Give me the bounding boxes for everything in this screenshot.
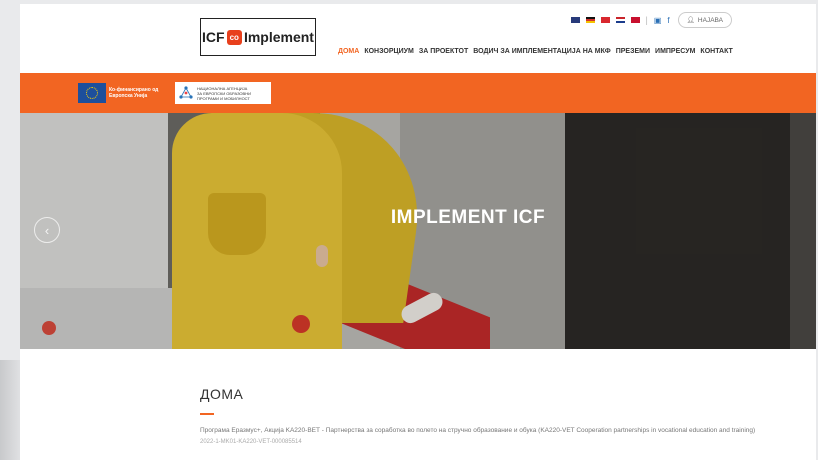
user-icon: 👤︎ — [686, 17, 695, 24]
nav-item-contact[interactable]: КОНТАКТ — [700, 48, 732, 55]
nav-item-imprint[interactable]: ИМПРЕСУМ — [655, 48, 695, 55]
slider-prev-button[interactable]: ‹ — [34, 217, 60, 243]
logo-mark: co — [226, 29, 242, 45]
agency-text-line-3: ПРОГРАМИ И МОБИЛНОСТ — [197, 95, 250, 101]
site-logo[interactable]: ICF co Implement — [200, 18, 316, 56]
agency-text-line-1: НАЦИОНАЛНА АГЕНЦИЈА — [197, 85, 248, 91]
logo-text-left: ICF — [202, 29, 225, 45]
eu-cofunded-text: Ко-финансирано од Европска Унија — [109, 87, 158, 99]
project-reference: 2022-1-MK01-KA220-VET-000085514 — [200, 438, 302, 445]
nav-item-consortium[interactable]: КОНЗОРЦИУМ — [364, 48, 414, 55]
main-nav: ДОМА КОНЗОРЦИУМ ЗА ПРОЕКТОТ ВОДИЧ ЗА ИМП… — [338, 48, 733, 55]
national-agency-text: НАЦИОНАЛНА АГЕНЦИЈА ЗА ЕВРОПСКИ ОБРАЗОВН… — [197, 86, 251, 101]
hr-flag-icon[interactable] — [615, 17, 625, 23]
hero-title: IMPLEMENT ICF — [390, 207, 546, 228]
eu-cofunded-logo: Ко-финансирано од Европска Унија — [78, 83, 170, 103]
program-description: Програма Еразмус+, Акција KA220-ВЕТ - Па… — [200, 427, 756, 434]
main-content: ДОМА Програма Еразмус+, Акција KA220-ВЕТ… — [200, 386, 760, 446]
chevron-left-icon: ‹ — [44, 222, 50, 238]
nav-item-download[interactable]: ПРЕЗЕМИ — [616, 48, 650, 55]
agency-text-line-2: ЗА ЕВРОПСКИ ОБРАЗОВНИ — [197, 90, 251, 96]
utility-bar: | ▣ f 👤︎ НАЈАВА — [570, 12, 732, 28]
utility-separator: | — [645, 15, 648, 25]
login-label: НАЈАВА — [697, 16, 723, 24]
page: ICF co Implement | ▣ f 👤︎ НАЈАВА ДОМА КО… — [20, 4, 816, 460]
nav-item-guide[interactable]: ВОДИЧ ЗА ИМПЛЕМЕНТАЦИЈА НА МКФ — [473, 48, 611, 55]
login-button[interactable]: 👤︎ НАЈАВА — [677, 12, 732, 28]
facebook-icon[interactable]: f — [667, 16, 669, 25]
nav-item-about-project[interactable]: ЗА ПРОЕКТОТ — [419, 48, 468, 55]
hero-overlay — [20, 113, 816, 349]
al-flag-icon[interactable] — [630, 17, 640, 23]
sponsor-band: Ко-финансирано од Европска Унија НАЦИОНА… — [20, 73, 816, 113]
uk-flag-icon[interactable] — [570, 17, 580, 23]
logo-text-right: Implement — [243, 29, 314, 45]
national-agency-logo: НАЦИОНАЛНА АГЕНЦИЈА ЗА ЕВРОПСКИ ОБРАЗОВН… — [175, 82, 271, 104]
tr-flag-icon[interactable] — [600, 17, 610, 23]
title-divider — [200, 413, 214, 415]
eu-flag-icon — [78, 83, 106, 103]
national-agency-icon — [179, 86, 193, 99]
eu-text-line-2: Европска Унија — [109, 93, 148, 99]
de-flag-icon[interactable] — [585, 17, 595, 23]
page-title: ДОМА — [200, 386, 244, 402]
hero-slider: IMPLEMENT ICF ‹ — [20, 113, 816, 349]
nav-item-home[interactable]: ДОМА — [338, 48, 359, 55]
linkedin-icon[interactable]: ▣ — [654, 16, 662, 25]
